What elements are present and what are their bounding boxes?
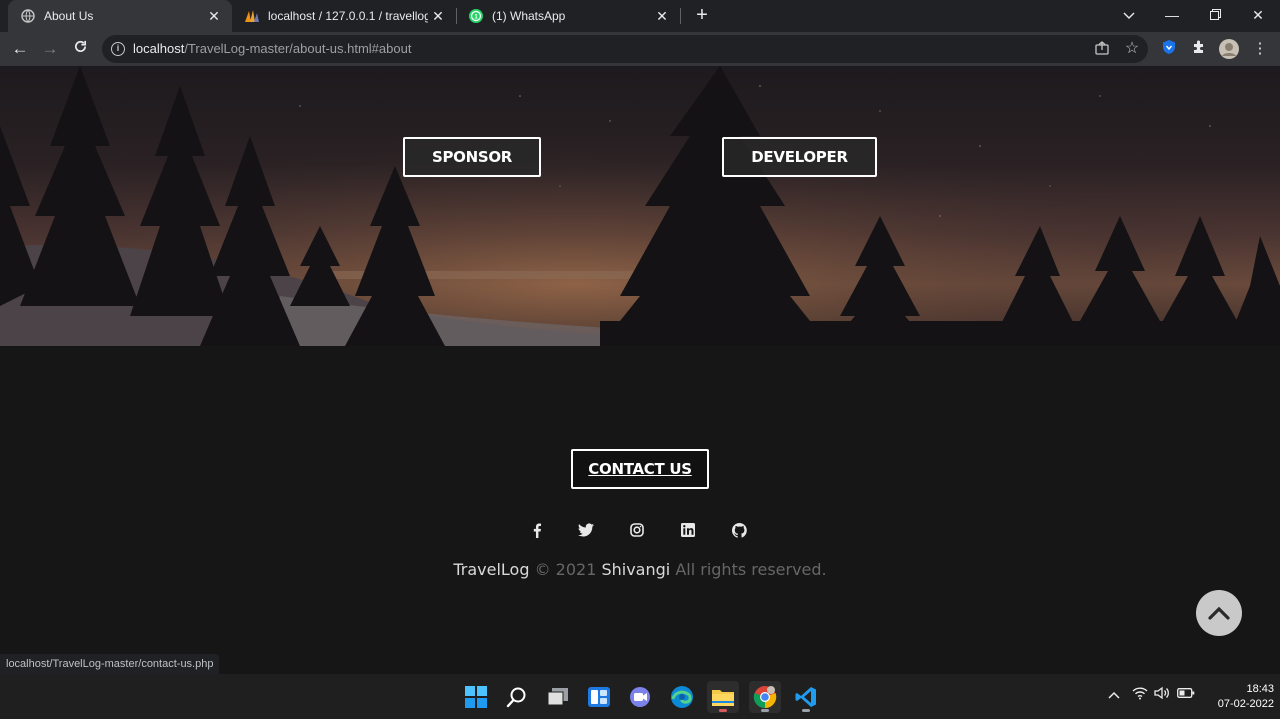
clock-date: 07-02-2022 xyxy=(1217,698,1274,710)
file-explorer-icon[interactable] xyxy=(707,681,739,713)
tab-title: About Us xyxy=(44,9,94,23)
wifi-icon[interactable] xyxy=(1132,686,1148,703)
facebook-icon[interactable] xyxy=(527,523,547,543)
whatsapp-icon: 1 xyxy=(468,8,484,24)
system-clock[interactable]: 18:43 07-02-2022 xyxy=(1200,682,1274,712)
running-indicator xyxy=(719,709,727,712)
scroll-to-top-button[interactable] xyxy=(1196,590,1242,636)
clock-time: 18:43 xyxy=(1246,683,1274,695)
tab-search-icon[interactable] xyxy=(1107,0,1151,32)
tab-phpmyadmin[interactable]: localhost / 127.0.0.1 / travellog | p ✕ xyxy=(232,0,456,32)
close-window-button[interactable]: ✕ xyxy=(1236,0,1280,32)
minimize-button[interactable]: — xyxy=(1150,0,1194,32)
phpmyadmin-icon xyxy=(244,8,260,24)
search-icon[interactable] xyxy=(501,681,533,713)
widgets-icon[interactable] xyxy=(583,681,615,713)
share-icon[interactable] xyxy=(1094,41,1110,57)
developer-button[interactable]: DEVELOPER xyxy=(722,137,877,177)
browser-tab-bar: About Us ✕ localhost / 127.0.0.1 / trave… xyxy=(0,0,1280,32)
footer-brand: TravelLog xyxy=(453,560,530,579)
close-tab-icon[interactable]: ✕ xyxy=(204,8,224,25)
teams-chat-icon[interactable] xyxy=(624,681,656,713)
tab-about-us[interactable]: About Us ✕ xyxy=(8,0,232,32)
tab-title: localhost / 127.0.0.1 / travellog | p xyxy=(268,9,428,23)
back-arrow-icon[interactable]: ← xyxy=(8,37,32,61)
address-bar[interactable]: i localhost/TravelLog-master/about-us.ht… xyxy=(102,35,1148,63)
footer-copyright: TravelLog © 2021 Shivangi All rights res… xyxy=(453,560,827,579)
running-indicator xyxy=(761,709,769,712)
profile-avatar[interactable] xyxy=(1219,39,1239,59)
extensions-puzzle-icon[interactable] xyxy=(1189,39,1209,59)
chevron-up-icon xyxy=(1208,606,1230,620)
globe-icon xyxy=(20,8,36,24)
edge-browser-icon[interactable] xyxy=(666,681,698,713)
twitter-icon[interactable] xyxy=(576,523,596,543)
chrome-menu-icon[interactable]: ⋮ xyxy=(1250,39,1270,59)
start-windows-icon[interactable] xyxy=(460,681,492,713)
forest-silhouette xyxy=(0,66,1280,346)
volume-icon[interactable] xyxy=(1154,686,1170,703)
new-tab-button[interactable]: + xyxy=(690,4,714,28)
running-indicator xyxy=(802,709,810,712)
chrome-icon[interactable] xyxy=(749,681,781,713)
reload-icon[interactable] xyxy=(68,37,92,61)
instagram-icon[interactable] xyxy=(627,523,647,543)
windows-taskbar: 18:43 07-02-2022 xyxy=(0,674,1280,719)
hero-night-forest-image: SPONSOR DEVELOPER xyxy=(0,66,1280,346)
browser-toolbar: ← → i localhost/TravelLog-master/about-u… xyxy=(0,32,1280,66)
tab-separator xyxy=(680,8,681,24)
extension-shield-icon[interactable] xyxy=(1159,39,1179,59)
close-tab-icon[interactable]: ✕ xyxy=(652,8,672,25)
forward-arrow-icon[interactable]: → xyxy=(38,37,62,61)
tab-whatsapp[interactable]: 1 (1) WhatsApp ✕ xyxy=(456,0,680,32)
contact-us-button[interactable]: CONTACT US xyxy=(571,449,709,489)
close-tab-icon[interactable]: ✕ xyxy=(428,8,448,25)
vscode-icon[interactable] xyxy=(790,681,822,713)
github-icon[interactable] xyxy=(729,523,749,543)
task-view-icon[interactable] xyxy=(542,681,574,713)
bookmark-star-icon[interactable]: ☆ xyxy=(1124,41,1140,57)
tab-title: (1) WhatsApp xyxy=(492,9,566,23)
linkedin-icon[interactable] xyxy=(678,523,698,543)
tray-overflow-chevron-icon[interactable] xyxy=(1108,687,1120,702)
sponsor-button[interactable]: SPONSOR xyxy=(403,137,541,177)
site-info-icon[interactable]: i xyxy=(111,42,125,56)
url-text: localhost/TravelLog-master/about-us.html… xyxy=(133,41,412,56)
page-viewport: SPONSOR DEVELOPER CONTACT US TravelLog ©… xyxy=(0,66,1280,674)
footer-author: Shivangi xyxy=(601,560,671,579)
restore-button[interactable] xyxy=(1193,0,1237,32)
link-status-bar: localhost/TravelLog-master/contact-us.ph… xyxy=(0,654,220,674)
battery-icon[interactable] xyxy=(1177,687,1195,702)
